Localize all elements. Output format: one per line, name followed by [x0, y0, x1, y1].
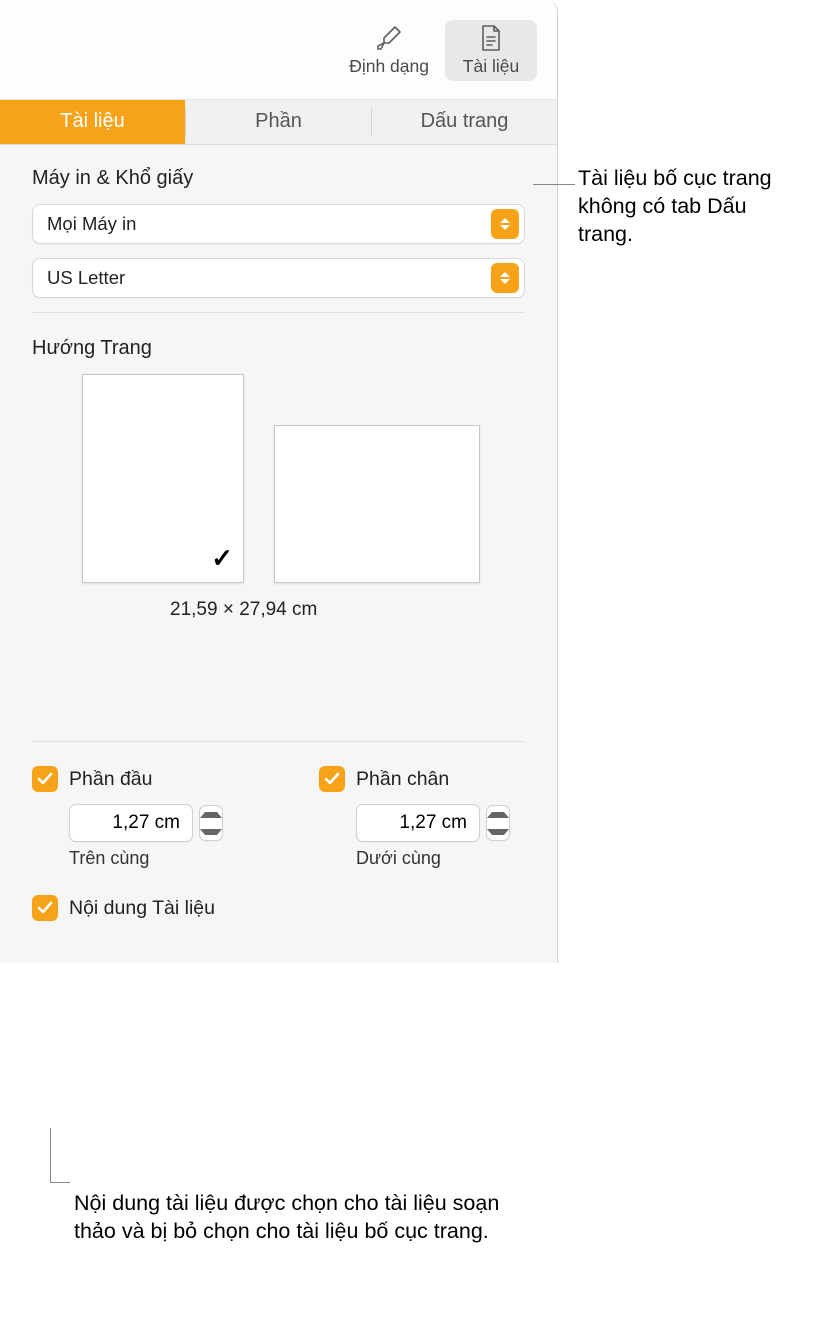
updown-icon [491, 209, 519, 239]
header-checkbox[interactable] [32, 766, 58, 792]
format-tab[interactable]: Định dạng [339, 20, 439, 81]
tab-section[interactable]: Phần [186, 100, 371, 144]
content-area: Máy in & Khổ giấy Mọi Máy in US Letter H… [0, 145, 557, 963]
paintbrush-icon [375, 24, 403, 52]
divider [32, 312, 525, 313]
header-footer-row: Phần đầu 1,27 cm Trên cùng Phần chân [32, 766, 525, 869]
footer-margin-input[interactable]: 1,27 cm [356, 804, 480, 842]
header-column: Phần đầu 1,27 cm Trên cùng [32, 766, 223, 869]
tab-document[interactable]: Tài liệu [0, 100, 185, 144]
callout-bookmarks-tab: Tài liệu bố cục trang không có tab Dấu t… [578, 165, 803, 249]
toolbar: Định dạng Tài liệu [0, 0, 557, 100]
footer-column: Phần chân 1,27 cm Dưới cùng [319, 766, 510, 869]
header-stepper[interactable] [199, 805, 223, 841]
callout-line [533, 184, 575, 185]
header-sublabel: Trên cùng [69, 848, 223, 869]
document-body-checkbox[interactable] [32, 895, 58, 921]
updown-icon [491, 263, 519, 293]
document-icon [477, 24, 505, 52]
printer-popup[interactable]: Mọi Máy in [32, 204, 525, 244]
tab-bookmarks[interactable]: Dấu trang [372, 100, 557, 144]
footer-stepper[interactable] [486, 805, 510, 841]
checkmark-icon: ✓ [211, 543, 233, 574]
callout-line [50, 1182, 70, 1183]
footer-sublabel: Dưới cùng [356, 848, 510, 869]
callout-document-body: Nội dung tài liệu được chọn cho tài liệu… [74, 1190, 524, 1246]
format-tab-label: Định dạng [349, 56, 429, 77]
segmented-tabs: Tài liệu Phần Dấu trang [0, 100, 557, 145]
printer-paper-label: Máy in & Khổ giấy [32, 167, 525, 190]
callout-line [50, 1128, 51, 1182]
divider [32, 741, 525, 742]
orientation-options: ✓ [82, 374, 525, 583]
paper-value: US Letter [47, 267, 125, 289]
orientation-landscape[interactable] [274, 425, 480, 583]
printer-value: Mọi Máy in [47, 213, 136, 235]
header-margin-input[interactable]: 1,27 cm [69, 804, 193, 842]
header-label: Phần đầu [69, 768, 153, 791]
document-tab-label: Tài liệu [463, 56, 519, 77]
document-body-label: Nội dung Tài liệu [69, 897, 215, 920]
footer-checkbox[interactable] [319, 766, 345, 792]
footer-label: Phần chân [356, 768, 449, 791]
paper-dimensions: 21,59 × 27,94 cm [170, 599, 525, 621]
orientation-portrait[interactable]: ✓ [82, 374, 244, 583]
inspector-panel: Định dạng Tài liệu Tài liệu Phần Dấu tra… [0, 0, 558, 963]
document-tab[interactable]: Tài liệu [445, 20, 537, 81]
paper-size-popup[interactable]: US Letter [32, 258, 525, 298]
orientation-label: Hướng Trang [32, 337, 525, 360]
